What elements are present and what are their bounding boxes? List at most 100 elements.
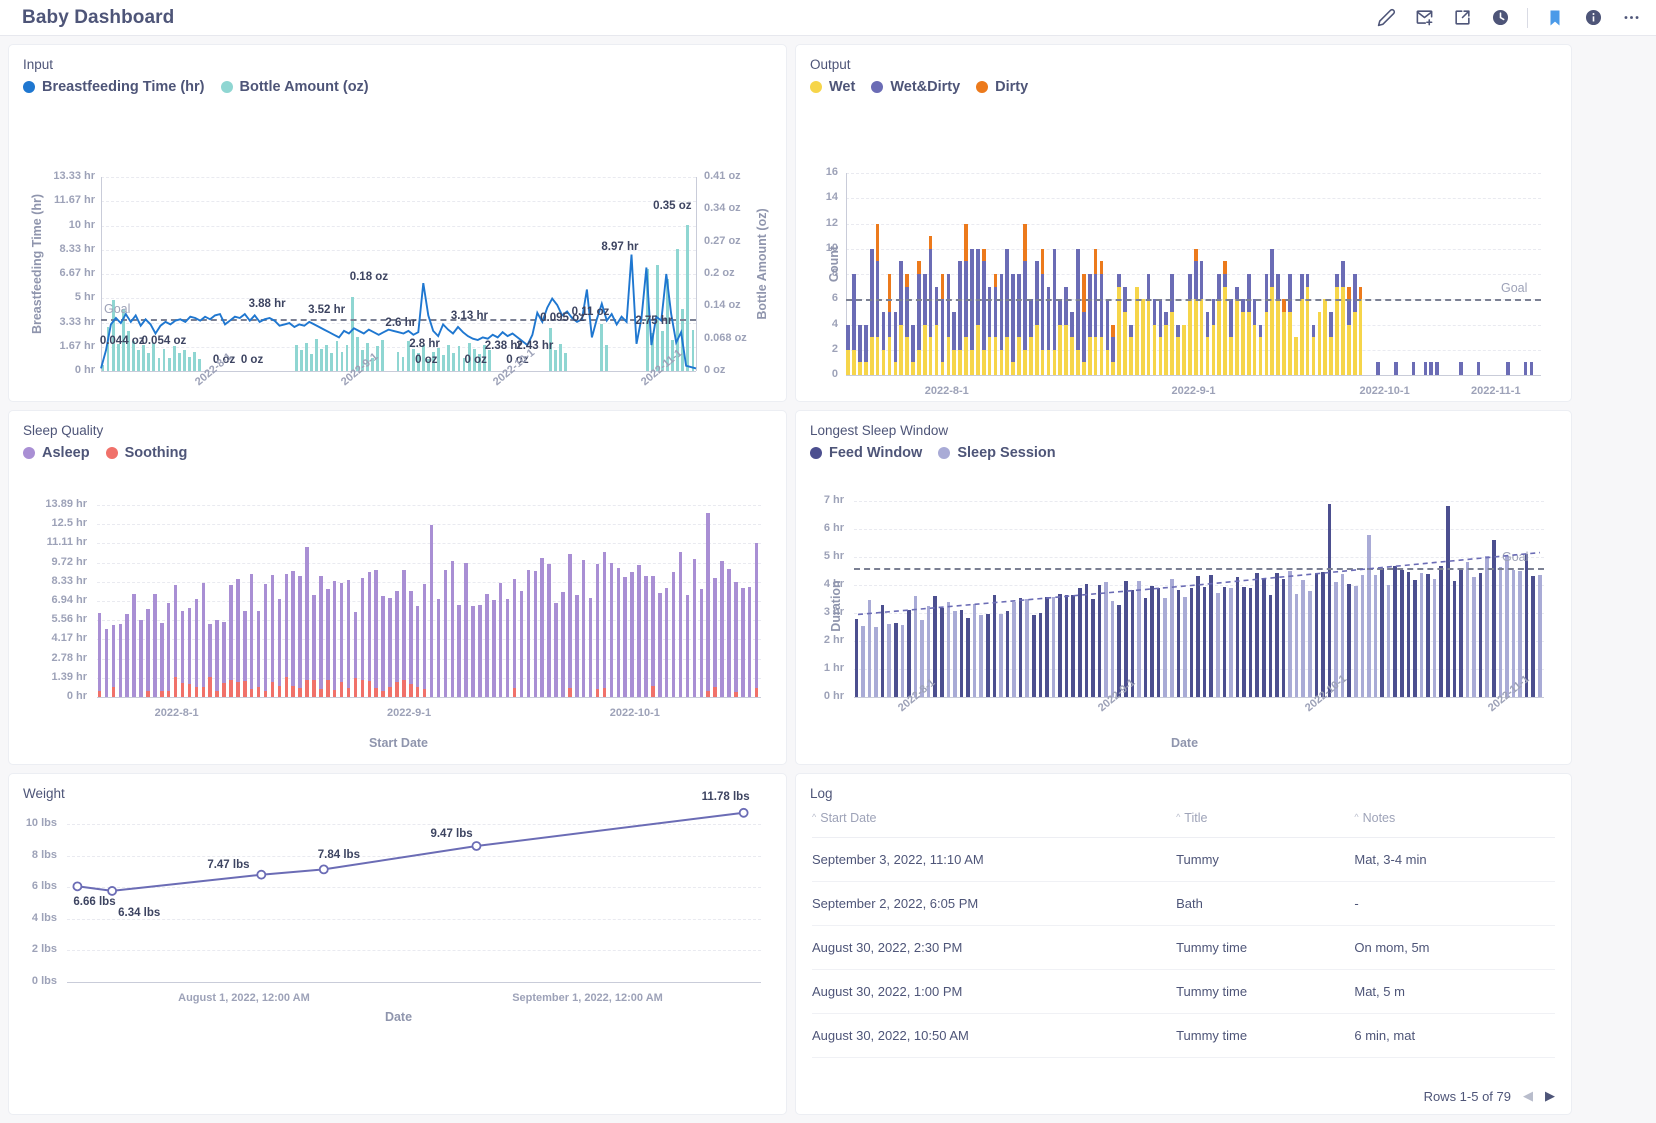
bar bbox=[993, 274, 998, 287]
bookmark-icon[interactable] bbox=[1544, 7, 1566, 29]
bar bbox=[1064, 324, 1068, 375]
legend-item-wet[interactable]: Wet bbox=[810, 79, 855, 95]
clock-icon[interactable] bbox=[1489, 7, 1511, 29]
legend-item-feed-window[interactable]: Feed Window bbox=[810, 445, 922, 461]
x-axis-line bbox=[846, 375, 1541, 376]
bar bbox=[340, 351, 344, 371]
goal-label: Goal bbox=[1501, 281, 1528, 296]
bar bbox=[146, 608, 150, 697]
bar bbox=[447, 345, 451, 371]
bar bbox=[381, 339, 385, 371]
bar bbox=[478, 604, 482, 697]
bar bbox=[339, 582, 344, 697]
table-cell: Bath bbox=[1176, 881, 1355, 926]
more-options-icon[interactable] bbox=[1620, 7, 1642, 29]
table-row[interactable]: September 3, 2022, 11:10 AM Tummy Mat, 3-4… bbox=[812, 837, 1555, 882]
table-cell: August 30, 2022, 1:00 PM bbox=[812, 969, 1177, 1014]
bar bbox=[1248, 588, 1253, 697]
x-axis-line bbox=[97, 697, 761, 698]
plot-longest-sleep[interactable]: 0 hr 1 hr 2 hr 3 hr 4 hr 5 hr 6 hr 7 hr Goal 2022… bbox=[796, 479, 1571, 734]
bar bbox=[1078, 588, 1082, 697]
bar bbox=[457, 346, 461, 371]
column-header-title[interactable]: ^ Title bbox=[1176, 801, 1355, 838]
table-row[interactable]: August 30, 2022, 1:00 PM Tummy time Mat, 5… bbox=[812, 969, 1555, 1014]
legend-item-breastfeeding[interactable]: Breastfeeding Time (hr) bbox=[23, 79, 205, 95]
bar bbox=[1137, 580, 1141, 697]
bar bbox=[160, 623, 164, 697]
legend-item-sleep-session[interactable]: Sleep Session bbox=[938, 445, 1056, 461]
top-bar: Baby Dashboard bbox=[0, 0, 1656, 36]
legend-item-soothing[interactable]: Soothing bbox=[105, 445, 187, 461]
bar bbox=[1064, 286, 1068, 325]
bar bbox=[907, 609, 911, 697]
bar bbox=[554, 350, 557, 371]
bar bbox=[713, 577, 717, 697]
next-page-button[interactable]: ▶ bbox=[1545, 1088, 1555, 1104]
legend-output: Wet Wet&Dirty Dirty bbox=[796, 72, 1571, 95]
bar bbox=[452, 352, 456, 371]
bar bbox=[1505, 556, 1509, 697]
bar bbox=[1058, 299, 1063, 325]
plot-sleep-quality[interactable]: 0 hr 1.39 hr 2.78 hr 4.17 hr 5.56 hr 6.94 hr 8… bbox=[9, 479, 786, 734]
data-label: 7.84 lbs bbox=[317, 849, 360, 862]
plot-weight[interactable]: 0 lbs 2 lbs 4 lbs 6 lbs 8 lbs 10 lbs 6.66 lbs 6… bbox=[9, 791, 786, 1009]
share-external-icon[interactable] bbox=[1451, 7, 1473, 29]
bar bbox=[1176, 337, 1180, 375]
data-label: 0 oz bbox=[464, 353, 487, 366]
log-table-wrapper: ^ Start Date ^ Title ^ Notes September 3, 2… bbox=[796, 801, 1571, 1058]
column-header-start-date[interactable]: ^ Start Date bbox=[812, 801, 1177, 838]
gridline bbox=[846, 198, 1541, 200]
table-row[interactable]: August 30, 2022, 2:30 PM Tummy time On mom… bbox=[812, 925, 1555, 970]
plot-output[interactable]: 0 2 4 6 8 10 12 14 16 Goal 2022-8-1 2022-9-1 2022-10… bbox=[796, 163, 1571, 401]
table-row[interactable]: September 2, 2022, 6:05 PM Bath - bbox=[812, 881, 1555, 926]
bar bbox=[319, 576, 323, 697]
table-row[interactable]: August 30, 2022, 10:50 AM Tummy time 6 min… bbox=[812, 1013, 1555, 1058]
data-label: 0.35 oz bbox=[653, 200, 692, 213]
data-label: 6.66 lbs bbox=[73, 896, 116, 909]
bar bbox=[1335, 274, 1339, 287]
bar bbox=[1435, 362, 1440, 375]
bar bbox=[353, 678, 358, 697]
bar bbox=[1084, 583, 1089, 697]
bar bbox=[270, 682, 275, 697]
bar bbox=[415, 606, 420, 697]
y-axis-tick: 0 hr bbox=[66, 690, 87, 702]
bar bbox=[1352, 274, 1357, 312]
bar bbox=[1264, 274, 1269, 312]
y-axis-tick: 8.33 hr bbox=[51, 574, 87, 587]
legend-item-dirty[interactable]: Dirty bbox=[976, 79, 1028, 95]
legend-item-bottle[interactable]: Bottle Amount (oz) bbox=[220, 79, 369, 95]
bar bbox=[236, 681, 240, 697]
bar bbox=[488, 350, 491, 371]
bar bbox=[485, 594, 489, 697]
bar bbox=[263, 583, 268, 697]
send-email-icon[interactable] bbox=[1413, 7, 1435, 29]
bar bbox=[1170, 311, 1174, 375]
bar bbox=[1282, 311, 1286, 375]
bar bbox=[899, 261, 904, 325]
legend-item-wetdirty[interactable]: Wet&Dirty bbox=[871, 79, 960, 95]
bar bbox=[858, 324, 862, 363]
bar bbox=[1393, 566, 1398, 697]
legend-item-asleep[interactable]: Asleep bbox=[23, 445, 90, 461]
bar bbox=[741, 588, 745, 697]
prev-page-button[interactable]: ◀ bbox=[1523, 1088, 1533, 1104]
bar bbox=[1235, 576, 1240, 697]
bar bbox=[981, 248, 986, 262]
log-table-body: September 3, 2022, 11:10 AM Tummy Mat, 3-4… bbox=[812, 837, 1555, 1058]
bar bbox=[194, 687, 199, 697]
bar bbox=[964, 337, 968, 375]
bar bbox=[1034, 261, 1039, 325]
x-axis-tick: September 1, 2022, 12:00 AM bbox=[512, 992, 663, 1004]
bar bbox=[964, 223, 968, 262]
bar bbox=[533, 570, 537, 697]
bar bbox=[298, 688, 302, 697]
column-header-notes[interactable]: ^ Notes bbox=[1354, 801, 1555, 838]
plot-input[interactable]: 0 hr 1.67 hr 3.33 hr 5 hr 6.67 hr 8.33 hr 10 h… bbox=[9, 163, 786, 401]
edit-icon[interactable] bbox=[1375, 7, 1397, 29]
bar bbox=[1311, 324, 1316, 338]
bar bbox=[658, 593, 662, 697]
bar bbox=[1140, 299, 1145, 375]
info-icon[interactable] bbox=[1582, 7, 1604, 29]
y2-axis-line bbox=[696, 177, 697, 371]
